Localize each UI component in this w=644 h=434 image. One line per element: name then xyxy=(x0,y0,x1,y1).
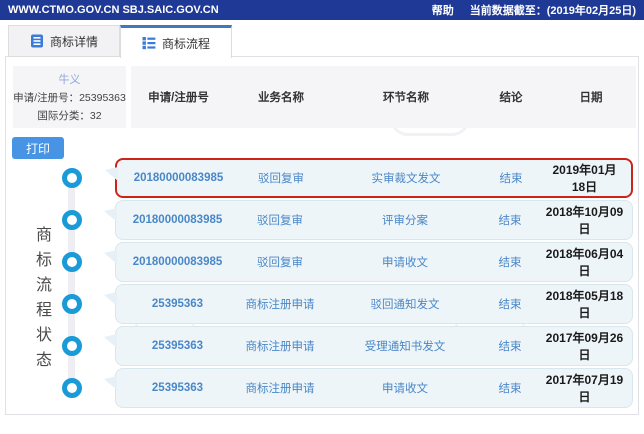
international-class: 国际分类：32 xyxy=(37,110,102,122)
row-pointer-icon xyxy=(104,250,117,264)
column-header-conclusion: 结论 xyxy=(499,92,523,104)
cell-conclusion: 结束 xyxy=(498,383,522,395)
tab-label: 商标详情 xyxy=(49,34,98,49)
timeline-node-icon xyxy=(62,378,82,398)
column-header-step: 环节名称 xyxy=(383,92,429,104)
cell-reg-no: 25395363 xyxy=(151,382,204,394)
cell-reg-no: 25395363 xyxy=(151,340,204,352)
table-row: 20180000083985 驳回复审 申请收文 结束 2018年06月04日 xyxy=(104,242,633,282)
cell-business: 商标注册申请 xyxy=(245,299,315,311)
timeline-node-icon xyxy=(62,168,82,188)
cell-step: 申请收文 xyxy=(382,257,428,269)
row-pointer-icon xyxy=(104,334,117,348)
cell-step: 申请收文 xyxy=(382,383,428,395)
tab-trademark-details[interactable]: 商标详情 xyxy=(8,25,120,57)
print-button[interactable]: 打印 xyxy=(12,137,64,159)
cell-business: 驳回复审 xyxy=(258,173,304,185)
tab-bar: 商标详情 商标流程 xyxy=(8,25,232,58)
row-pointer-icon xyxy=(104,208,117,222)
trademark-name: 牛义 xyxy=(58,74,81,86)
registration-number: 申请/注册号：25395363 xyxy=(13,92,126,104)
list-icon xyxy=(142,36,156,50)
cell-date: 2017年09月26日 xyxy=(545,331,624,362)
cell-conclusion: 结束 xyxy=(498,257,522,269)
document-icon xyxy=(30,34,44,48)
timeline-node-icon xyxy=(62,294,82,314)
table-row: 25395363 商标注册申请 驳回通知发文 结束 2018年05月18日 xyxy=(104,284,633,324)
row-pointer-icon xyxy=(105,167,118,181)
row-pointer-icon xyxy=(104,376,117,390)
cell-step: 受理通知书发文 xyxy=(364,341,446,353)
data-cutoff-label: 当前数据截至：(2019年02月25日) xyxy=(469,5,636,17)
cell-conclusion: 结束 xyxy=(498,341,522,353)
column-header-date: 日期 xyxy=(579,92,603,104)
cell-business: 商标注册申请 xyxy=(245,341,315,353)
cell-business: 驳回复审 xyxy=(257,215,303,227)
trademark-status-page: WWW.CTMO.GOV.CN SBJ.SAIC.GOV.CN 帮助 当前数据截… xyxy=(0,0,644,434)
cell-date: 2018年06月04日 xyxy=(545,247,624,278)
cell-conclusion: 结束 xyxy=(499,173,523,185)
table-header: 申请/注册号 业务名称 环节名称 结论 日期 xyxy=(131,66,636,128)
column-header-business: 业务名称 xyxy=(258,92,304,104)
cell-reg-no: 20180000083985 xyxy=(132,256,223,268)
table-row: 20180000083985 驳回复审 评审分案 结束 2018年10月09日 xyxy=(104,200,633,240)
help-link[interactable]: 帮助 xyxy=(432,2,454,18)
tab-label: 商标流程 xyxy=(161,36,210,51)
timeline-line xyxy=(68,170,75,398)
cell-conclusion: 结束 xyxy=(498,215,522,227)
cell-conclusion: 结束 xyxy=(498,299,522,311)
cell-reg-no: 25395363 xyxy=(151,298,204,310)
tab-trademark-process[interactable]: 商标流程 xyxy=(120,25,232,58)
top-bar: WWW.CTMO.GOV.CN SBJ.SAIC.GOV.CN 帮助 当前数据截… xyxy=(0,0,644,20)
cell-date: 2018年10月09日 xyxy=(545,205,624,236)
cell-reg-no: 20180000083985 xyxy=(133,172,224,184)
cell-step: 评审分案 xyxy=(382,215,428,227)
timeline-node-icon xyxy=(62,210,82,230)
cell-date: 2017年07月19日 xyxy=(545,373,624,404)
process-status-vertical-label: 商标流程状态 xyxy=(33,226,50,376)
process-rows: 20180000083985 驳回复审 实审裁文发文 结束 2019年01月18… xyxy=(104,158,633,408)
row-pointer-icon xyxy=(104,292,117,306)
cell-step: 驳回通知发文 xyxy=(370,299,440,311)
table-row: 25395363 商标注册申请 申请收文 结束 2017年07月19日 xyxy=(104,368,633,408)
cell-date: 2018年05月18日 xyxy=(545,289,624,320)
site-urls[interactable]: WWW.CTMO.GOV.CN SBJ.SAIC.GOV.CN xyxy=(8,4,219,16)
timeline-node-icon xyxy=(62,252,82,272)
cell-business: 驳回复审 xyxy=(257,257,303,269)
timeline-node-icon xyxy=(62,336,82,356)
table-row: 25395363 商标注册申请 受理通知书发文 结束 2017年09月26日 xyxy=(104,326,633,366)
cell-business: 商标注册申请 xyxy=(245,383,315,395)
column-header-reg-no: 申请/注册号 xyxy=(148,92,209,104)
cell-reg-no: 20180000083985 xyxy=(132,214,223,226)
cell-date: 2019年01月18日 xyxy=(552,163,617,194)
cell-step: 实审裁文发文 xyxy=(371,173,441,185)
table-row: 20180000083985 驳回复审 实审裁文发文 结束 2019年01月18… xyxy=(105,158,633,198)
trademark-info-card: 牛义 申请/注册号：25395363 国际分类：32 xyxy=(13,66,126,128)
